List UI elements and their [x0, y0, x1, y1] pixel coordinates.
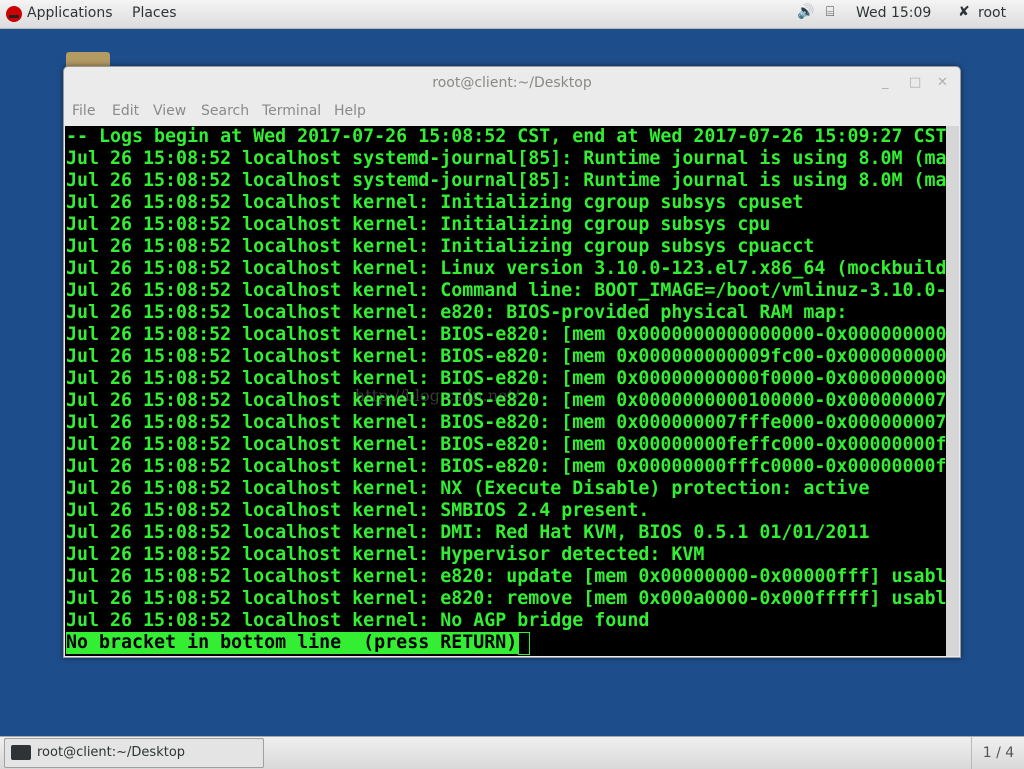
menu-bar: File Edit View Search Terminal Help — [64, 103, 960, 125]
taskbar-item-terminal[interactable]: root@client:~/Desktop — [4, 738, 264, 768]
menu-file[interactable]: File — [72, 103, 95, 119]
network-icon[interactable]: ⌸ — [826, 4, 834, 20]
terminal-scrollbar[interactable] — [946, 126, 959, 656]
terminal-line: Jul 26 15:08:52 localhost systemd-journa… — [66, 170, 946, 191]
menu-search[interactable]: Search — [201, 103, 249, 119]
terminal-line: Jul 26 15:08:52 localhost kernel: BIOS-e… — [66, 434, 946, 455]
clock[interactable]: Wed 15:09 — [856, 5, 931, 21]
places-menu[interactable]: Places — [132, 5, 177, 21]
terminal-line: Jul 26 15:08:52 localhost kernel: Initia… — [66, 192, 804, 213]
menu-edit[interactable]: Edit — [112, 103, 139, 119]
terminal-line: Jul 26 15:08:52 localhost kernel: e820: … — [66, 566, 946, 587]
terminal-line: Jul 26 15:08:52 localhost kernel: BIOS-e… — [66, 324, 946, 345]
menu-view[interactable]: View — [153, 103, 186, 119]
terminal-line: Jul 26 15:08:52 localhost kernel: BIOS-e… — [66, 456, 946, 477]
user-menu[interactable]: root — [978, 5, 1006, 21]
terminal-line: Jul 26 15:08:52 localhost kernel: BIOS-e… — [66, 346, 946, 367]
terminal-cursor — [518, 632, 530, 655]
terminal-line: -- Logs begin at Wed 2017-07-26 15:08:52… — [66, 126, 946, 147]
terminal-line: Jul 26 15:08:52 localhost kernel: DMI: R… — [66, 522, 870, 543]
window-title[interactable]: root@client:~/Desktop — [64, 67, 960, 99]
workspace-indicator[interactable]: 1 / 4 — [971, 737, 1024, 769]
terminal-output[interactable]: -- Logs begin at Wed 2017-07-26 15:08:52… — [65, 126, 946, 656]
terminal-icon — [11, 745, 31, 760]
volume-icon[interactable]: 🔊 — [797, 4, 814, 20]
menu-terminal[interactable]: Terminal — [262, 103, 321, 119]
minimize-icon[interactable]: _ — [882, 75, 889, 90]
bottom-panel: root@client:~/Desktop 1 / 4 — [0, 736, 1024, 769]
taskbar-item-label: root@client:~/Desktop — [37, 745, 186, 760]
terminal-line: Jul 26 15:08:52 localhost kernel: Hyperv… — [66, 544, 705, 565]
menu-help[interactable]: Help — [334, 103, 366, 119]
terminal-line: Jul 26 15:08:52 localhost kernel: e820: … — [66, 302, 848, 323]
terminal-line: Jul 26 15:08:52 localhost kernel: Comman… — [66, 280, 946, 301]
terminal-line: Jul 26 15:08:52 localhost kernel: e820: … — [66, 588, 946, 609]
redhat-logo-icon — [6, 6, 22, 22]
maximize-icon[interactable]: □ — [909, 75, 921, 90]
watermark: http://blog.csdn.net/ — [355, 386, 520, 405]
terminal-line: Jul 26 15:08:52 localhost kernel: SMBIOS… — [66, 500, 650, 521]
terminal-line: Jul 26 15:08:52 localhost kernel: NX (Ex… — [66, 478, 870, 499]
top-panel: Applications Places 🔊 ⌸ Wed 15:09 ✘ root — [0, 0, 1024, 29]
terminal-line: Jul 26 15:08:52 localhost kernel: Initia… — [66, 214, 771, 235]
terminal-line: Jul 26 15:08:52 localhost kernel: Linux … — [66, 258, 946, 279]
terminal-line: Jul 26 15:08:52 localhost kernel: BIOS-e… — [66, 412, 946, 433]
applications-menu[interactable]: Applications — [27, 5, 113, 21]
user-icon[interactable]: ✘ — [958, 4, 970, 20]
pager-status-line: No bracket in bottom line (press RETURN) — [66, 632, 520, 654]
close-icon[interactable]: ✕ — [937, 75, 948, 90]
terminal-line: Jul 26 15:08:52 localhost kernel: Initia… — [66, 236, 815, 257]
terminal-window: root@client:~/Desktop _ □ ✕ File Edit Vi… — [63, 66, 961, 658]
terminal-line: Jul 26 15:08:52 localhost kernel: No AGP… — [66, 610, 650, 631]
terminal-line: Jul 26 15:08:52 localhost systemd-journa… — [66, 148, 946, 169]
